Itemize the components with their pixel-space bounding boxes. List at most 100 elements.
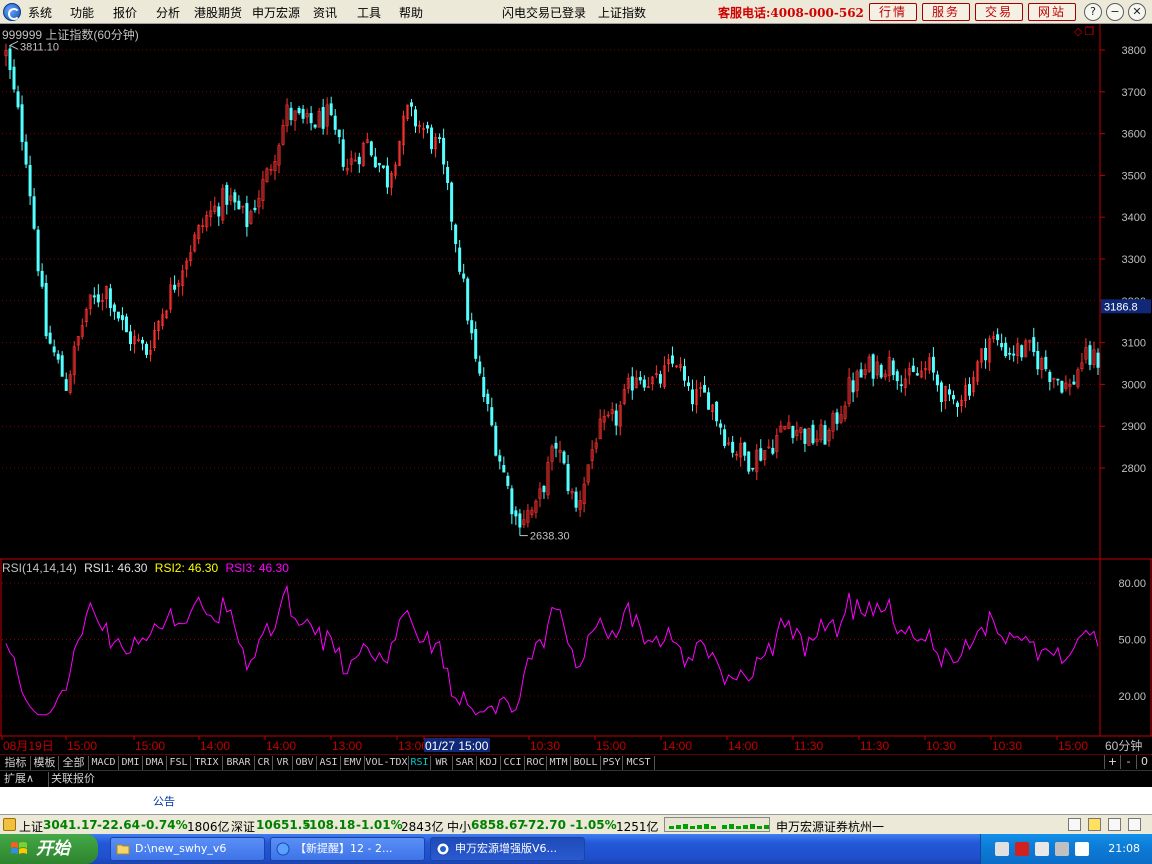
volume-icon[interactable] <box>1055 842 1069 856</box>
candle-body <box>329 103 333 116</box>
zoom-in-button[interactable]: + <box>1104 755 1120 769</box>
service-button[interactable]: 服务 <box>922 3 970 21</box>
candle-body <box>237 200 241 210</box>
tab-obv[interactable]: OBV <box>293 756 317 770</box>
time-label: 15:00 <box>67 739 97 753</box>
tab-cr[interactable]: CR <box>255 756 273 770</box>
menu-analysis[interactable]: 分析 <box>156 4 180 21</box>
low-label: 2638.30 <box>530 531 570 543</box>
breadth-bar <box>757 826 762 829</box>
candle-body <box>707 392 711 410</box>
tab--2[interactable]: 全部 <box>59 756 89 770</box>
tab-voltdx[interactable]: VOL-TDX <box>365 756 409 770</box>
network-icon[interactable] <box>1035 842 1049 856</box>
task-browser[interactable]: 【新提醒】12 - 2... <box>270 837 425 861</box>
minimize-button[interactable]: − <box>1106 3 1124 21</box>
market-button[interactable]: 行情 <box>869 3 917 21</box>
market-breadth-widget[interactable] <box>664 817 770 832</box>
sh-index-value: 3041.17 <box>43 818 98 832</box>
candle-body <box>1036 351 1040 370</box>
lock-status-icon[interactable] <box>1128 818 1141 831</box>
price-tick-label: 3700 <box>1122 87 1146 99</box>
breadth-bar <box>697 825 702 829</box>
tab-mtm[interactable]: MTM <box>547 756 571 770</box>
rsi-tick-label: 80.00 <box>1118 578 1146 590</box>
tab-rsi[interactable]: RSI <box>409 756 431 770</box>
tab-asi[interactable]: ASI <box>317 756 341 770</box>
menu-hk-futures[interactable]: 港股期货 <box>194 4 242 21</box>
candle-body <box>542 485 546 493</box>
clock: 21:08 <box>1108 842 1140 855</box>
tab-kdj[interactable]: KDJ <box>477 756 501 770</box>
tab-trix[interactable]: TRIX <box>191 756 223 770</box>
rsi-title: RSI(14,14,14) RSI1: 46.30 RSI2: 46.30 RS… <box>2 561 289 575</box>
candle-body <box>44 283 48 337</box>
menu-quote[interactable]: 报价 <box>113 4 137 21</box>
time-label: 01/27 15:00 <box>425 739 489 753</box>
candle-body <box>12 66 16 90</box>
zx-index-value: 6858.67 <box>471 818 526 832</box>
candle-body <box>719 423 723 428</box>
task-trading-app[interactable]: 申万宏源增强版V6... <box>430 837 585 861</box>
start-button[interactable]: 开始 <box>0 834 98 864</box>
zx-index-amount: 1251亿 <box>616 820 659 834</box>
zoom-out-button[interactable]: - <box>1120 755 1136 769</box>
related-quotes-button[interactable]: 关联报价 <box>48 772 95 787</box>
menu-swhy[interactable]: 申万宏源 <box>252 4 300 21</box>
menu-function[interactable]: 功能 <box>70 4 94 21</box>
tab--0[interactable]: 指标 <box>1 756 31 770</box>
tab-macd[interactable]: MACD <box>89 756 119 770</box>
settings-icon[interactable] <box>1108 818 1121 831</box>
tab--1[interactable]: 模板 <box>31 756 59 770</box>
tab-dmi[interactable]: DMI <box>119 756 143 770</box>
tab-dma[interactable]: DMA <box>143 756 167 770</box>
menu-help[interactable]: 帮助 <box>399 4 423 21</box>
time-label: 13:00 <box>332 739 362 753</box>
expand-button[interactable]: 扩展∧ <box>4 772 34 787</box>
candle-body <box>482 376 486 397</box>
candle-body <box>791 426 795 438</box>
candle-body <box>895 371 899 382</box>
tab-vr[interactable]: VR <box>273 756 293 770</box>
task-folder-label: D:\new_swhy_v6 <box>135 842 227 855</box>
website-button[interactable]: 网站 <box>1028 3 1076 21</box>
candle-body <box>466 278 470 321</box>
kline-chart[interactable]: 2800290030003100320033003400350036003700… <box>0 24 1152 754</box>
tab-emv[interactable]: EMV <box>341 756 365 770</box>
close-button[interactable]: ✕ <box>1128 3 1146 21</box>
time-label: 10:30 <box>926 739 956 753</box>
candle-body <box>20 104 24 143</box>
start-label: 开始 <box>36 839 70 859</box>
menu-tools[interactable]: 工具 <box>357 4 381 21</box>
tab-mcst[interactable]: MCST <box>623 756 655 770</box>
security-icon[interactable] <box>1075 842 1089 856</box>
trade-button[interactable]: 交易 <box>975 3 1023 21</box>
candle-body <box>1060 380 1064 393</box>
tab-sar[interactable]: SAR <box>453 756 477 770</box>
task-trading-label: 申万宏源增强版V6... <box>455 842 558 855</box>
tab-psy[interactable]: PSY <box>601 756 623 770</box>
time-label: 15:00 <box>1058 739 1088 753</box>
reset-button[interactable]: 0 <box>1136 755 1152 769</box>
tab-fsl[interactable]: FSL <box>167 756 191 770</box>
menu-system[interactable]: 系统 <box>28 4 52 21</box>
tab-cci[interactable]: CCI <box>501 756 525 770</box>
app-logo-icon[interactable] <box>3 3 21 21</box>
keyboard-icon[interactable] <box>995 842 1009 856</box>
candle-body <box>851 380 855 393</box>
notice-link[interactable]: 公告 <box>153 793 175 809</box>
input-method-icon[interactable] <box>1015 842 1029 856</box>
lock-icon[interactable] <box>3 818 16 831</box>
tab-boll[interactable]: BOLL <box>571 756 601 770</box>
candle-body <box>574 491 578 508</box>
chart-area[interactable]: 2800290030003100320033003400350036003700… <box>0 24 1152 754</box>
tab-wr[interactable]: WR <box>431 756 453 770</box>
tab-roc[interactable]: ROC <box>525 756 547 770</box>
tab-brar[interactable]: BRAR <box>223 756 255 770</box>
help-icon[interactable]: ? <box>1084 3 1102 21</box>
signal-icon[interactable] <box>1088 818 1101 831</box>
chart-corner-icons[interactable]: ◇❐ <box>1074 25 1096 38</box>
window-icon[interactable] <box>1068 818 1081 831</box>
task-folder[interactable]: D:\new_swhy_v6 <box>110 837 265 861</box>
menu-news[interactable]: 资讯 <box>313 4 337 21</box>
